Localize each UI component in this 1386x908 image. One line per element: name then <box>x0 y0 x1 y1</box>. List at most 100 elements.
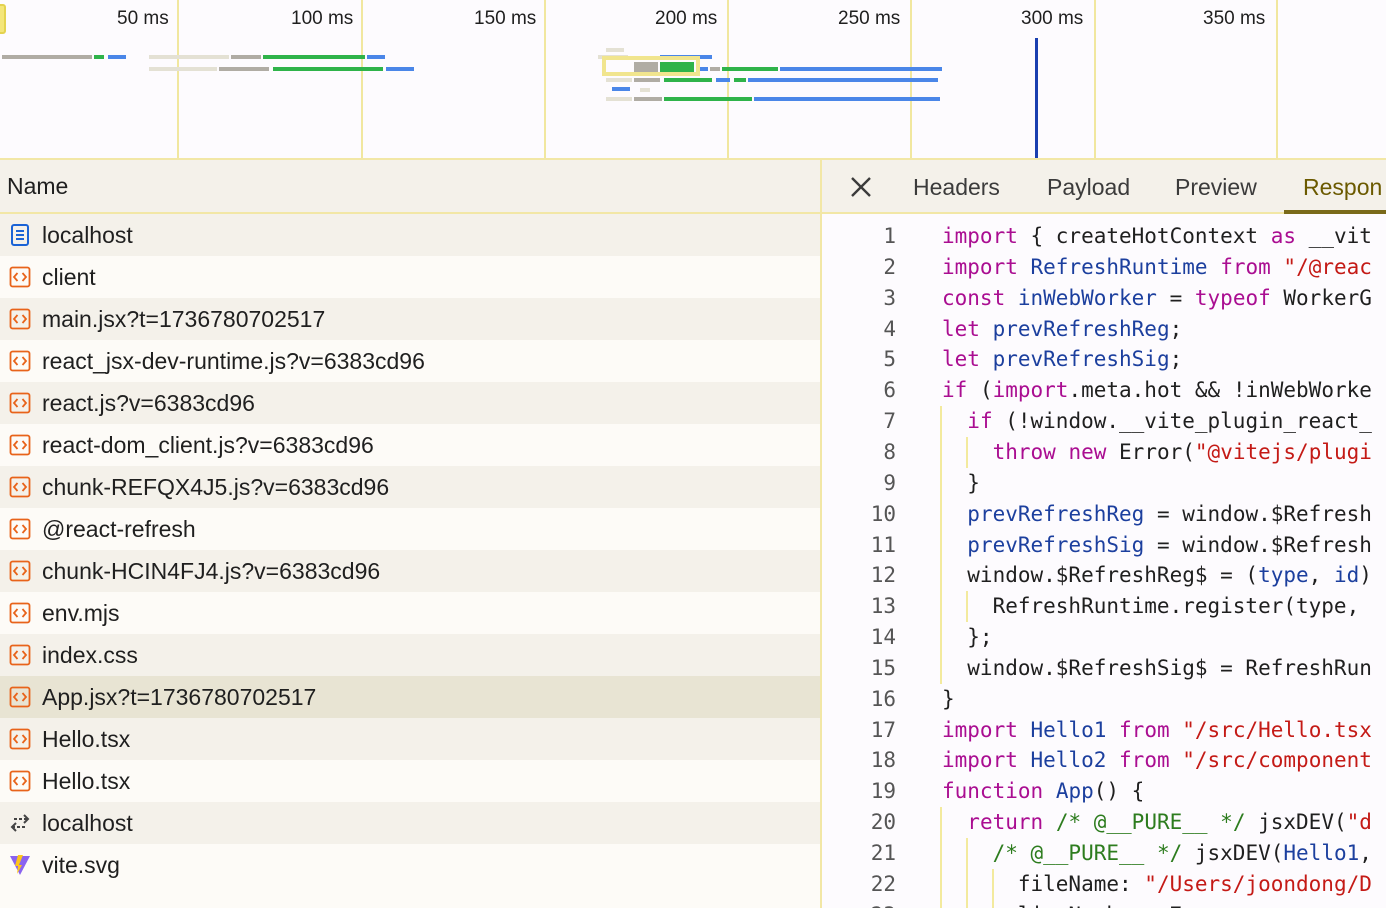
line-number: 10 <box>870 501 896 526</box>
line-number: 3 <box>883 285 896 310</box>
line-number: 20 <box>870 810 896 835</box>
code-text: prevRefreshSig = window.$Refresh <box>967 532 1372 557</box>
network-overview-timeline[interactable]: 50 ms 100 ms 150 ms 200 ms 250 ms 300 ms… <box>0 0 1386 160</box>
script-icon <box>8 307 32 331</box>
request-name: env.mjs <box>42 599 120 626</box>
waterfall-bar <box>94 55 104 59</box>
line-number: 11 <box>870 532 896 557</box>
code-line: 1 import { createHotContext as __vit <box>822 221 1386 252</box>
line-number: 9 <box>883 470 896 495</box>
code-line: 10 prevRefreshReg = window.$Refresh <box>822 499 1386 530</box>
script-icon <box>8 475 32 499</box>
vite-icon <box>8 853 32 877</box>
request-row[interactable]: main.jsx?t=1736780702517 <box>0 298 820 340</box>
timeline-gridline <box>1094 0 1096 158</box>
code-text: return /* @__PURE__ */ jsxDEV("d <box>967 810 1372 835</box>
code-text: let prevRefreshSig; <box>942 347 1183 372</box>
request-row[interactable]: localhost <box>0 802 820 844</box>
script-icon <box>8 433 32 457</box>
waterfall-bar <box>606 97 632 101</box>
waterfall-bar <box>606 48 624 52</box>
request-name: vite.svg <box>42 851 120 878</box>
tab-response[interactable]: Respon <box>1303 160 1382 214</box>
code-text: let prevRefreshReg; <box>942 316 1183 341</box>
code-line: 6 if (import.meta.hot && !inWebWorke <box>822 375 1386 406</box>
request-row[interactable]: App.jsx?t=1736780702517 <box>0 676 820 718</box>
code-line: 17 import Hello1 from "/src/Hello.tsx <box>822 715 1386 746</box>
script-icon <box>8 349 32 373</box>
line-number: 17 <box>870 717 896 742</box>
line-number: 5 <box>883 347 896 372</box>
document-icon <box>8 223 32 247</box>
request-row[interactable]: Hello.tsx <box>0 718 820 760</box>
tab-payload[interactable]: Payload <box>1047 160 1130 214</box>
code-text: lineNumber: 7, <box>942 900 1195 908</box>
response-code-viewer[interactable]: 1 import { createHotContext as __vit 2 impo… <box>822 216 1386 908</box>
script-icon <box>8 643 32 667</box>
name-column-header[interactable]: Name <box>0 160 820 214</box>
line-number: 13 <box>870 594 896 619</box>
request-rows: localhost client main.jsx?t=1736780702517 r… <box>0 214 820 886</box>
code-text: import RefreshRuntime from "/@reac <box>942 254 1372 279</box>
close-icon <box>851 177 871 197</box>
code-text: prevRefreshReg = window.$Refresh <box>967 501 1372 526</box>
request-name: localhost <box>42 221 133 248</box>
request-row[interactable]: vite.svg <box>0 844 820 886</box>
request-row[interactable]: @react-refresh <box>0 508 820 550</box>
code-line: 2 import RefreshRuntime from "/@reac <box>822 252 1386 283</box>
script-icon <box>8 559 32 583</box>
request-name: index.css <box>42 641 138 668</box>
code-text: function App() { <box>942 779 1145 804</box>
code-line: 12 window.$RefreshReg$ = (type, id) <box>822 560 1386 591</box>
request-name: Hello.tsx <box>42 725 131 752</box>
timeline-range-handle[interactable] <box>0 4 6 34</box>
line-number: 23 <box>822 900 896 908</box>
request-row[interactable]: client <box>0 256 820 298</box>
code-line: 14 }; <box>822 622 1386 653</box>
request-row[interactable]: chunk-HCIN4FJ4.js?v=6383cd96 <box>0 550 820 592</box>
line-number: 19 <box>870 779 896 804</box>
code-text: import Hello1 from "/src/Hello.tsx <box>942 717 1372 742</box>
request-row[interactable]: chunk-REFQX4J5.js?v=6383cd96 <box>0 466 820 508</box>
request-name: main.jsx?t=1736780702517 <box>42 305 326 332</box>
waterfall-bar <box>664 97 752 101</box>
line-number: 1 <box>883 224 896 248</box>
request-row[interactable]: index.css <box>0 634 820 676</box>
code-line: 13 RefreshRuntime.register(type, <box>822 591 1386 622</box>
waterfall-bar <box>231 55 261 59</box>
script-icon <box>8 601 32 625</box>
request-details-pane: Headers Payload Preview Respon 1 import {… <box>822 160 1386 908</box>
close-details-button[interactable] <box>846 172 876 202</box>
line-number: 2 <box>883 254 896 279</box>
waterfall-bar <box>606 78 632 82</box>
request-row[interactable]: react.js?v=6383cd96 <box>0 382 820 424</box>
code-text: throw new Error("@vitejs/plugi <box>992 439 1372 464</box>
timeline-tick-label: 200 ms <box>655 8 718 29</box>
code-text: } <box>942 470 980 495</box>
request-name: react_jsx-dev-runtime.js?v=6383cd96 <box>42 347 425 374</box>
request-row[interactable]: localhost <box>0 214 820 256</box>
waterfall-bar <box>754 97 940 101</box>
line-number: 4 <box>883 316 896 341</box>
line-number: 16 <box>870 686 896 711</box>
indent-guide <box>940 807 942 908</box>
waterfall-bar <box>780 67 942 71</box>
code-text: /* @__PURE__ */ jsxDEV(Hello1, <box>992 841 1372 865</box>
code-line: 7 if (!window.__vite_plugin_react_ <box>822 406 1386 437</box>
code-line: 5 let prevRefreshSig; <box>822 344 1386 375</box>
code-text: import Hello2 from "/src/component <box>942 748 1372 773</box>
waterfall-selection-highlight <box>602 56 700 76</box>
waterfall-bar <box>664 78 712 82</box>
waterfall-bar <box>367 55 385 59</box>
waterfall-bar <box>149 67 217 71</box>
timeline-tick-label: 350 ms <box>1203 8 1266 29</box>
request-name: react.js?v=6383cd96 <box>42 389 255 416</box>
tab-headers[interactable]: Headers <box>913 160 1000 214</box>
request-row[interactable]: env.mjs <box>0 592 820 634</box>
timeline-load-marker <box>1035 38 1038 158</box>
request-row[interactable]: react_jsx-dev-runtime.js?v=6383cd96 <box>0 340 820 382</box>
request-row[interactable]: react-dom_client.js?v=6383cd96 <box>0 424 820 466</box>
tab-preview[interactable]: Preview <box>1175 160 1257 214</box>
request-row[interactable]: Hello.tsx <box>0 760 820 802</box>
code-line: 18 import Hello2 from "/src/component <box>822 745 1386 776</box>
